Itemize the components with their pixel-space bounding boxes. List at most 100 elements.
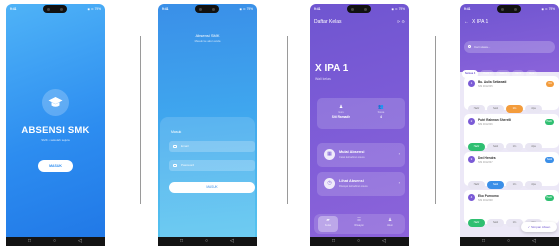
lock-icon (173, 164, 177, 167)
app-subtitle: SMK • sekolah sejuta (41, 138, 70, 142)
student-row: 4 Eko Purnomo NIS 0012348 Hadir Hadir Sakit Iz… (464, 190, 559, 227)
student-nis: NIS 0012348 (478, 199, 493, 202)
status-option-izin[interactable]: Izin (506, 143, 523, 151)
home-button[interactable]: ○ (205, 239, 208, 244)
search-input[interactable]: Cari siswa... (464, 41, 555, 53)
student-row: 3 Dwi Hendra NIS 0012347 Sakit Hadir Sakit Izi… (464, 152, 559, 189)
divider (435, 36, 436, 204)
home-button[interactable]: ○ (507, 239, 510, 244)
status-icons: ◉ ⊙ 79% (239, 7, 253, 11)
menu-subtitle: Catat kehadiran siswa (339, 156, 365, 159)
menu-title: Mulai Absensi (339, 150, 365, 154)
app-title: ABSENSI SMK (21, 125, 90, 136)
group-icon: 👥 (378, 104, 384, 109)
login-screen: 9:41 ◉ ⊙ 79% Absensi SMK Masuk ke akun a… (158, 4, 257, 246)
password-placeholder: Password (181, 163, 195, 167)
attendance-screen: 9:41 ◉ ⊙ 79% ← X IPA 1 Cari siswa... Sem… (460, 4, 559, 246)
status-option-izin[interactable]: Izin (506, 181, 523, 189)
chevron-right-icon: › (398, 180, 400, 185)
teacher-value: Siti Ramadh (331, 115, 351, 119)
status-option-alpa[interactable]: Alpa (525, 105, 542, 113)
save-attendance-button[interactable]: ✓ Simpan Absen (521, 222, 557, 232)
student-name: Putri Rahman Sherelli (478, 118, 512, 122)
nav-label: Akun (387, 224, 393, 227)
password-field[interactable]: Password (169, 160, 255, 171)
nav-item-kelas[interactable]: ▰ Kelas (318, 216, 338, 232)
student-name: Dwi Hendra (478, 156, 496, 160)
student-name: Eko Purnomo (478, 194, 499, 198)
camera-notch (195, 5, 219, 13)
status-time: 9:41 (10, 7, 17, 11)
attendance-title: X IPA 1 (472, 19, 489, 25)
start-attendance-menu[interactable]: ▦ Mulai Absensi Catat kehadiran siswa › (317, 143, 405, 167)
back-button[interactable]: ◁ (532, 239, 536, 244)
login-section-label: Masuk (171, 130, 182, 134)
header-title: Daftar Kelas (314, 19, 342, 25)
back-button[interactable]: ◁ (78, 239, 82, 244)
students-value: 4 (380, 115, 382, 119)
status-icons: ◉ ⊙ 79% (541, 7, 555, 11)
status-option-izin[interactable]: Izin (506, 105, 523, 113)
login-subtitle: Masuk ke akun anda (194, 39, 221, 43)
student-number: 3 (468, 156, 475, 163)
status-time: 9:41 (162, 7, 169, 11)
back-arrow-icon[interactable]: ← (464, 19, 469, 25)
status-option-alpa[interactable]: Alpa (525, 143, 542, 151)
bottom-navigation: ▰ Kelas ☰ Riwayat ♟ Akun (314, 214, 405, 234)
email-field[interactable]: Email (169, 141, 255, 152)
settings-icon[interactable]: ⚙ (401, 19, 405, 24)
system-nav-bar: □ ○ ◁ (460, 237, 559, 246)
student-nis: NIS 0012347 (478, 161, 493, 164)
status-option-hadir[interactable]: Hadir (468, 105, 485, 113)
person-icon: ♟ (338, 104, 344, 109)
back-button[interactable]: ◁ (230, 239, 234, 244)
class-info-card: ♟ Guru Siti Ramadh 👥 Siswa 4 (317, 98, 405, 129)
view-attendance-menu[interactable]: ◷ Lihat Absensi Riwayat kehadiran siswa … (317, 172, 405, 196)
status-option-alpa[interactable]: Alpa (525, 181, 542, 189)
list-icon: ☰ (356, 217, 362, 222)
divider (287, 36, 288, 204)
recent-apps-button[interactable]: □ (482, 239, 485, 244)
camera-notch (347, 5, 371, 13)
camera-notch (43, 5, 67, 13)
recent-apps-button[interactable]: □ (28, 239, 31, 244)
nav-item-akun[interactable]: ♟ Akun (380, 217, 400, 227)
nav-label: Riwayat (354, 224, 364, 227)
student-nis: NIS 0012345 (478, 85, 493, 88)
status-badge: Izin (546, 81, 554, 87)
status-icons: ◉ ⊙ 79% (87, 7, 101, 11)
status-time: 9:41 (314, 7, 321, 11)
status-option-hadir[interactable]: Hadir (468, 181, 485, 189)
menu-subtitle: Riwayat kehadiran siswa (339, 185, 368, 188)
back-button[interactable]: ◁ (382, 239, 386, 244)
recent-apps-button[interactable]: □ (332, 239, 335, 244)
status-bar: 9:41 ◉ ⊙ 79% (158, 4, 257, 14)
status-icons: ◉ ⊙ 79% (391, 7, 405, 11)
status-options: HadirSakitIzinAlpa (468, 134, 544, 152)
status-option-sakit[interactable]: Sakit (487, 181, 504, 189)
home-icon: ▰ (326, 217, 330, 222)
status-option-sakit[interactable]: Sakit (487, 143, 504, 151)
login-title: Absensi SMK (195, 33, 220, 38)
student-name: Bu. Aulia Setiawati (478, 80, 507, 84)
status-time: 9:41 (464, 7, 471, 11)
refresh-icon[interactable]: ⟳ (397, 19, 400, 24)
status-options: HadirSakitIzinAlpa (468, 96, 544, 114)
login-card (160, 117, 255, 237)
home-button[interactable]: ○ (357, 239, 360, 244)
status-option-hadir[interactable]: Hadir (468, 143, 485, 151)
header-actions: ⟳ ⚙ (397, 19, 405, 24)
status-option-hadir[interactable]: Hadir (468, 219, 485, 227)
login-button[interactable]: MASUK (169, 182, 255, 193)
home-button[interactable]: ○ (53, 239, 56, 244)
status-badge: Hadir (544, 119, 554, 125)
status-option-sakit[interactable]: Sakit (487, 219, 504, 227)
enter-button[interactable]: MASUK (38, 160, 73, 172)
system-nav-bar: □ ○ ◁ (6, 237, 105, 246)
nav-item-riwayat[interactable]: ☰ Riwayat (349, 217, 369, 227)
teacher-label: Guru (338, 111, 344, 114)
status-option-sakit[interactable]: Sakit (487, 105, 504, 113)
save-attendance-label: Simpan Absen (531, 225, 551, 229)
graduation-cap-icon (42, 89, 69, 116)
recent-apps-button[interactable]: □ (180, 239, 183, 244)
